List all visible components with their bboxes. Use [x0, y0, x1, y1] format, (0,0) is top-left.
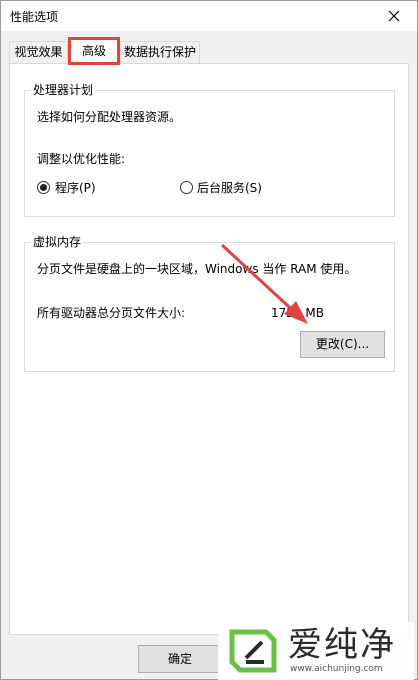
close-icon	[388, 10, 400, 22]
close-button[interactable]	[371, 1, 417, 31]
window-title: 性能选项	[10, 10, 59, 24]
change-button-label: 更改(C)...	[315, 337, 370, 351]
tab-data-execution-prevention[interactable]: 数据执行保护	[120, 41, 200, 63]
tab-label: 高级	[81, 44, 106, 58]
ok-button-label: 确定	[167, 652, 192, 666]
title-bar: 性能选项	[1, 1, 417, 31]
tab-advanced[interactable]: 高级	[68, 38, 120, 64]
watermark: 爱纯净 www.aichunjing.com	[218, 622, 414, 680]
group-title: 虚拟内存	[31, 234, 84, 250]
watermark-url: www.aichunjing.com	[290, 664, 383, 674]
radio-services-label[interactable]: 后台服务(S)	[197, 180, 262, 196]
processor-description: 选择如何分配处理器资源。	[37, 110, 182, 124]
tab-visual-effects[interactable]: 视觉效果	[9, 41, 68, 63]
virtual-memory-group: 虚拟内存 分页文件是硬盘上的一块区域，Windows 当作 RAM 使用。 所有…	[24, 234, 395, 372]
tab-label: 视觉效果	[14, 45, 63, 59]
group-title: 处理器计划	[31, 82, 96, 98]
watermark-brand: 爱纯净	[288, 625, 396, 665]
performance-options-window: 性能选项 视觉效果 高级 数据执行保护 处理器计划 选择如何分配处理器资源。 调…	[0, 0, 418, 680]
total-paging-label: 所有驱动器总分页文件大小:	[37, 306, 186, 320]
brand-logo-icon	[229, 629, 277, 673]
processor-scheduling-group: 处理器计划 选择如何分配处理器资源。 调整以优化性能: 程序(P) 后台服务(S…	[24, 82, 395, 217]
radio-selected-dot	[40, 184, 47, 191]
adjust-label: 调整以优化性能:	[37, 152, 126, 166]
ok-button[interactable]: 确定	[138, 645, 222, 673]
virtual-memory-description: 分页文件是硬盘上的一块区域，Windows 当作 RAM 使用。	[37, 262, 357, 276]
radio-background-services[interactable]	[180, 181, 193, 194]
total-paging-value: 1728 MB	[271, 306, 324, 320]
advanced-panel: 处理器计划 选择如何分配处理器资源。 调整以优化性能: 程序(P) 后台服务(S…	[9, 63, 409, 635]
change-button[interactable]: 更改(C)...	[300, 331, 385, 358]
radio-programs-label[interactable]: 程序(P)	[55, 180, 96, 196]
tab-label: 数据执行保护	[123, 45, 196, 59]
radio-programs[interactable]	[37, 181, 50, 194]
